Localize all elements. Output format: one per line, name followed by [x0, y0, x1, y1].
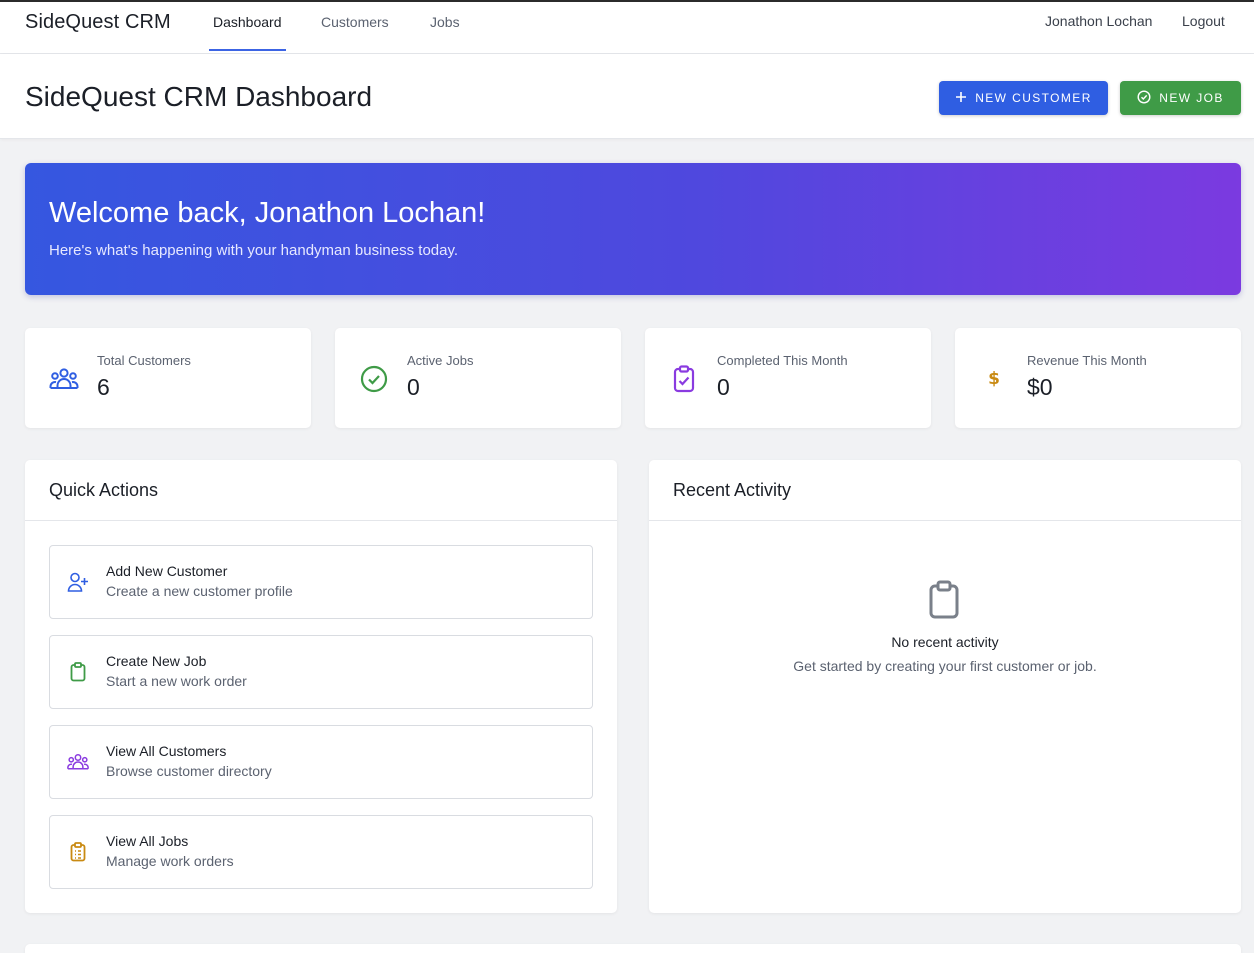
quick-action-title: Add New Customer [106, 563, 228, 579]
user-name[interactable]: Jonathon Lochan [1045, 13, 1152, 29]
new-job-button[interactable]: NEW JOB [1120, 81, 1241, 115]
quick-action-title: Create New Job [106, 653, 207, 669]
recent-activity-title: Recent Activity [673, 480, 792, 500]
stat-label: Active Jobs [407, 353, 474, 368]
users-icon [49, 365, 79, 393]
quick-action-title: View All Jobs [106, 833, 189, 849]
clipboard-check-icon [669, 365, 699, 393]
logout-link[interactable]: Logout [1182, 13, 1225, 29]
quick-action-add-customer[interactable]: Add New Customer Create a new customer p… [49, 545, 593, 619]
divider [25, 520, 617, 521]
check-circle-icon [1137, 89, 1151, 107]
check-circle-icon [359, 365, 389, 393]
dollar-icon: $ [988, 369, 1000, 389]
user-plus-icon [66, 570, 90, 594]
welcome-title: Welcome back, Jonathon Lochan! [49, 197, 486, 229]
quick-actions-panel: Quick Actions Add New Customer Create a … [25, 460, 617, 913]
page-header: SideQuest CRM Dashboard NEW CUSTOMER NEW… [0, 54, 1254, 139]
plus-icon [955, 91, 967, 106]
empty-state-subtitle: Get started by creating your first custo… [793, 658, 1097, 674]
page-title: SideQuest CRM Dashboard [25, 81, 373, 112]
stat-label: Total Customers [97, 353, 191, 368]
new-customer-label: NEW CUSTOMER [975, 91, 1092, 105]
welcome-subtitle: Here's what's happening with your handym… [49, 242, 459, 259]
quick-action-title: View All Customers [106, 743, 227, 759]
nav-link-customers[interactable]: Customers [321, 14, 389, 49]
brand-logo[interactable]: SideQuest CRM [25, 11, 171, 34]
quick-action-subtitle: Start a new work order [106, 673, 247, 689]
quick-action-subtitle: Browse customer directory [106, 763, 272, 779]
stat-label: Revenue This Month [1027, 353, 1147, 368]
new-customer-button[interactable]: NEW CUSTOMER [939, 81, 1108, 115]
stat-value: 6 [97, 374, 110, 400]
nav-link-dashboard[interactable]: Dashboard [209, 14, 286, 51]
quick-action-subtitle: Manage work orders [106, 853, 234, 869]
quick-action-subtitle: Create a new customer profile [106, 583, 293, 599]
quick-actions-title: Quick Actions [49, 480, 159, 500]
stat-value: 0 [717, 374, 730, 400]
stat-value: $0 [1027, 374, 1053, 400]
users-icon [66, 750, 90, 774]
recent-activity-panel: Recent Activity No recent activity Get s… [649, 460, 1241, 913]
quick-action-view-customers[interactable]: View All Customers Browse customer direc… [49, 725, 593, 799]
empty-state-title: No recent activity [891, 634, 999, 650]
clipboard-list-icon [66, 840, 90, 864]
stat-card-completed-this-month: Completed This Month 0 [645, 328, 931, 428]
new-job-label: NEW JOB [1159, 91, 1224, 105]
stat-card-active-jobs: Active Jobs 0 [335, 328, 621, 428]
stat-value: 0 [407, 374, 420, 400]
quick-action-view-jobs[interactable]: View All Jobs Manage work orders [49, 815, 593, 889]
top-navbar: SideQuest CRM Dashboard Customers Jobs J… [0, 2, 1254, 54]
divider [649, 520, 1241, 521]
stat-card-revenue-this-month: $ Revenue This Month $0 [955, 328, 1241, 428]
clipboard-icon [66, 660, 90, 684]
welcome-banner: Welcome back, Jonathon Lochan! Here's wh… [25, 163, 1241, 295]
stat-card-total-customers: Total Customers 6 [25, 328, 311, 428]
clipboard-icon [927, 580, 961, 620]
lower-section-card [25, 944, 1241, 953]
stat-label: Completed This Month [717, 353, 848, 368]
quick-action-create-job[interactable]: Create New Job Start a new work order [49, 635, 593, 709]
nav-link-jobs[interactable]: Jobs [430, 14, 460, 49]
